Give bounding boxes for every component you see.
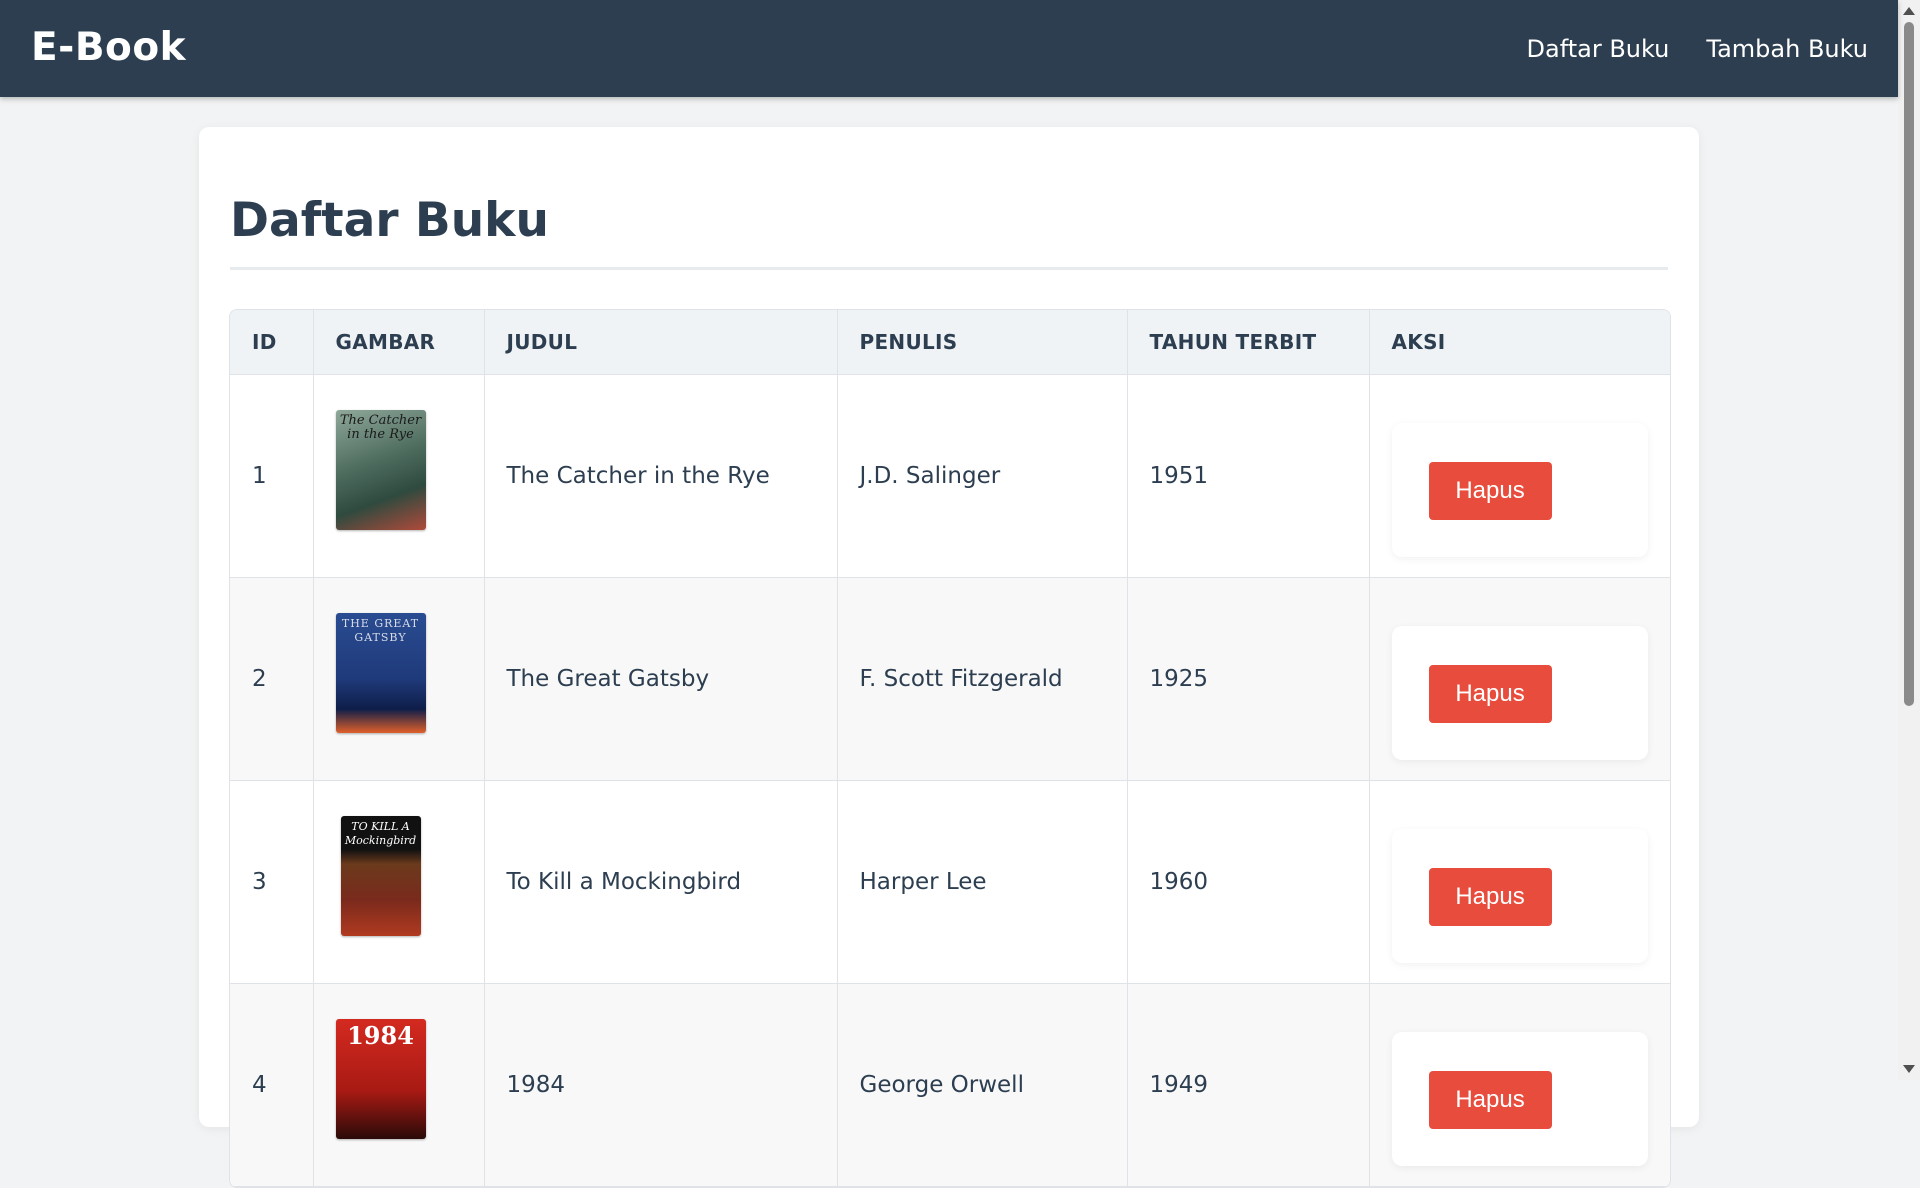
cell-id: 4 [230, 983, 314, 1187]
nav-link-daftar-buku[interactable]: Daftar Buku [1527, 35, 1670, 63]
book-cover-image: The Catcher in the Rye [335, 410, 426, 530]
content-card: Daftar Buku ID GAMBAR JUDUL PENULIS TAHU… [199, 127, 1699, 1188]
nav-link-tambah-buku[interactable]: Tambah Buku [1706, 35, 1868, 63]
cell-judul: To Kill a Mockingbird [484, 780, 838, 984]
action-box: Hapus [1391, 1032, 1648, 1166]
header-penulis: PENULIS [837, 310, 1128, 375]
cell-judul: The Great Gatsby [484, 577, 838, 781]
delete-button[interactable]: Hapus [1428, 462, 1552, 520]
cell-gambar: TO KILL A Mockingbird [313, 780, 485, 984]
header-aksi: AKSI [1369, 310, 1670, 375]
cover-title: TO KILL A Mockingbird [344, 820, 417, 847]
vertical-scrollbar[interactable] [1898, 0, 1920, 1080]
cell-tahun: 1951 [1127, 374, 1370, 578]
cell-penulis: George Orwell [837, 983, 1128, 1187]
cell-penulis: F. Scott Fitzgerald [837, 577, 1128, 781]
nav-links: Daftar Buku Tambah Buku [1527, 35, 1868, 63]
action-box: Hapus [1391, 829, 1648, 963]
cell-penulis: Harper Lee [837, 780, 1128, 984]
cover-title: 1984 [347, 1021, 414, 1050]
cell-id: 1 [230, 374, 314, 578]
cell-id: 2 [230, 577, 314, 781]
cell-tahun: 1960 [1127, 780, 1370, 984]
cell-aksi: Hapus [1369, 780, 1670, 984]
cell-aksi: Hapus [1369, 983, 1670, 1187]
cell-tahun: 1925 [1127, 577, 1370, 781]
cell-aksi: Hapus [1369, 374, 1670, 578]
scroll-up-icon[interactable] [1903, 7, 1915, 15]
cell-aksi: Hapus [1369, 577, 1670, 781]
cell-judul: 1984 [484, 983, 838, 1187]
action-box: Hapus [1391, 423, 1648, 557]
scroll-thumb[interactable] [1904, 22, 1914, 706]
cell-judul: The Catcher in the Rye [484, 374, 838, 578]
scroll-down-icon[interactable] [1903, 1065, 1915, 1073]
book-table: ID GAMBAR JUDUL PENULIS TAHUN TERBIT AKS… [230, 310, 1670, 1187]
cell-gambar: THE GREAT GATSBY [313, 577, 485, 781]
delete-button[interactable]: Hapus [1428, 868, 1552, 926]
cover-title: THE GREAT GATSBY [341, 617, 420, 644]
header-judul: JUDUL [484, 310, 838, 375]
cover-title: The Catcher in the Rye [339, 413, 422, 442]
action-box: Hapus [1391, 626, 1648, 760]
table-row: 4 1984 1984 George Orwell 1949 Hapus [230, 983, 1670, 1187]
book-table-wrapper: ID GAMBAR JUDUL PENULIS TAHUN TERBIT AKS… [229, 309, 1671, 1188]
book-cover-image: THE GREAT GATSBY [335, 613, 426, 733]
navbar: E-Book Daftar Buku Tambah Buku [0, 0, 1898, 97]
table-header-row: ID GAMBAR JUDUL PENULIS TAHUN TERBIT AKS… [230, 310, 1670, 375]
header-tahun-terbit: TAHUN TERBIT [1127, 310, 1370, 375]
cell-penulis: J.D. Salinger [837, 374, 1128, 578]
table-row: 2 THE GREAT GATSBY The Great Gatsby F. S… [230, 577, 1670, 781]
title-divider [230, 267, 1668, 270]
table-row: 3 TO KILL A Mockingbird To Kill a Mockin… [230, 780, 1670, 984]
delete-button[interactable]: Hapus [1428, 665, 1552, 723]
cell-id: 3 [230, 780, 314, 984]
cell-gambar: The Catcher in the Rye [313, 374, 485, 578]
cell-gambar: 1984 [313, 983, 485, 1187]
cell-tahun: 1949 [1127, 983, 1370, 1187]
header-id: ID [230, 310, 314, 375]
page-title: Daftar Buku [230, 193, 549, 248]
brand-logo[interactable]: E-Book [31, 25, 186, 70]
header-gambar: GAMBAR [313, 310, 485, 375]
table-row: 1 The Catcher in the Rye The Catcher in … [230, 374, 1670, 578]
book-cover-image: TO KILL A Mockingbird [340, 816, 421, 936]
book-cover-image: 1984 [335, 1019, 426, 1139]
